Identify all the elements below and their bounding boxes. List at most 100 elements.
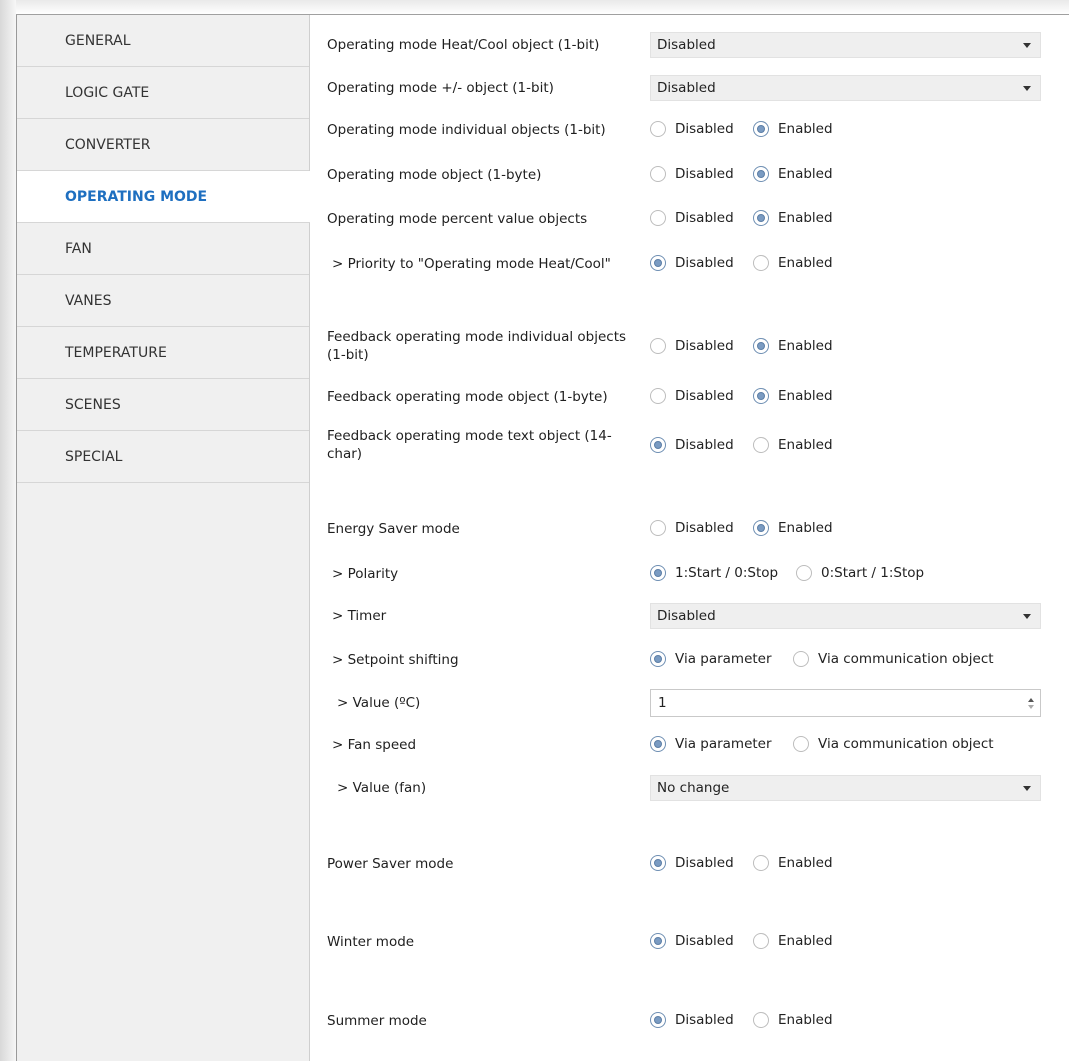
chevron-down-icon bbox=[1023, 86, 1031, 91]
sidebar-item-converter[interactable]: CONVERTER bbox=[17, 119, 309, 171]
sidebar-item-general[interactable]: GENERAL bbox=[17, 15, 309, 67]
param-label: > Fan speed bbox=[332, 737, 417, 753]
window-shadow-top bbox=[0, 0, 1069, 14]
radio-circle bbox=[650, 388, 666, 404]
power-saver-enabled-radio[interactable]: Enabled bbox=[753, 855, 833, 871]
feedback-byte-enabled-radio[interactable]: Enabled bbox=[753, 388, 833, 404]
param-label: Feedback operating mode individual objec… bbox=[327, 329, 627, 363]
sidebar-item-temperature[interactable]: TEMPERATURE bbox=[17, 327, 309, 379]
chevron-down-icon bbox=[1023, 614, 1031, 619]
radio-label: Enabled bbox=[778, 338, 833, 354]
radio-label: Disabled bbox=[675, 520, 734, 536]
setpoint-via-parameter-radio[interactable]: Via parameter bbox=[650, 651, 772, 667]
spin-up-icon[interactable] bbox=[1028, 698, 1034, 702]
priority-heatcool-disabled-radio[interactable]: Disabled bbox=[650, 255, 734, 271]
radio-label: Via parameter bbox=[675, 651, 772, 667]
individual-objects-disabled-radio[interactable]: Disabled bbox=[650, 121, 734, 137]
radio-circle-selected bbox=[753, 388, 769, 404]
param-label: > Timer bbox=[332, 608, 387, 624]
param-label: Feedback operating mode object (1-byte) bbox=[327, 389, 608, 405]
param-label: Summer mode bbox=[327, 1013, 427, 1029]
param-feedback-byte: Feedback operating mode object (1-byte) … bbox=[310, 388, 1069, 406]
param-label: Operating mode object (1-byte) bbox=[327, 167, 542, 183]
value-fan-dropdown[interactable]: No change bbox=[650, 775, 1041, 801]
winter-enabled-radio[interactable]: Enabled bbox=[753, 933, 833, 949]
radio-label: 0:Start / 1:Stop bbox=[821, 565, 925, 581]
chevron-down-icon bbox=[1023, 43, 1031, 48]
radio-label: Disabled bbox=[675, 437, 734, 453]
radio-circle bbox=[793, 736, 809, 752]
heatcool-object-dropdown[interactable]: Disabled bbox=[650, 32, 1041, 58]
feedback-text-enabled-radio[interactable]: Enabled bbox=[753, 437, 833, 453]
fan-via-object-radio[interactable]: Via communication object bbox=[793, 736, 994, 752]
energy-saver-disabled-radio[interactable]: Disabled bbox=[650, 520, 734, 536]
sidebar-item-vanes[interactable]: VANES bbox=[17, 275, 309, 327]
sidebar-item-logic-gate[interactable]: LOGIC GATE bbox=[17, 67, 309, 119]
plusminus-object-dropdown[interactable]: Disabled bbox=[650, 75, 1041, 101]
radio-circle bbox=[650, 121, 666, 137]
setpoint-via-object-radio[interactable]: Via communication object bbox=[793, 651, 994, 667]
power-saver-disabled-radio[interactable]: Disabled bbox=[650, 855, 734, 871]
radio-circle-selected bbox=[650, 736, 666, 752]
sidebar-item-scenes[interactable]: SCENES bbox=[17, 379, 309, 431]
polarity-start1-radio[interactable]: 1:Start / 0:Stop bbox=[650, 565, 778, 581]
percent-objects-disabled-radio[interactable]: Disabled bbox=[650, 210, 734, 226]
param-byte-object: Operating mode object (1-byte) Disabled … bbox=[310, 166, 1069, 184]
radio-label: Enabled bbox=[778, 210, 833, 226]
param-label: Operating mode Heat/Cool object (1-bit) bbox=[327, 37, 600, 53]
radio-label: Disabled bbox=[675, 855, 734, 871]
param-label: > Polarity bbox=[332, 566, 399, 582]
byte-object-disabled-radio[interactable]: Disabled bbox=[650, 166, 734, 182]
percent-objects-enabled-radio[interactable]: Enabled bbox=[753, 210, 833, 226]
sidebar-item-fan[interactable]: FAN bbox=[17, 223, 309, 275]
feedback-individual-enabled-radio[interactable]: Enabled bbox=[753, 338, 833, 354]
polarity-start0-radio[interactable]: 0:Start / 1:Stop bbox=[796, 565, 924, 581]
timer-dropdown[interactable]: Disabled bbox=[650, 603, 1041, 629]
radio-circle-selected bbox=[753, 166, 769, 182]
radio-label: Via parameter bbox=[675, 736, 772, 752]
window-shadow-left bbox=[0, 0, 16, 1061]
radio-circle bbox=[753, 1012, 769, 1028]
param-energy-saver: Energy Saver mode Disabled Enabled bbox=[310, 520, 1069, 538]
feedback-text-disabled-radio[interactable]: Disabled bbox=[650, 437, 734, 453]
radio-label: Via communication object bbox=[818, 736, 994, 752]
byte-object-enabled-radio[interactable]: Enabled bbox=[753, 166, 833, 182]
radio-label: Disabled bbox=[675, 121, 734, 137]
winter-disabled-radio[interactable]: Disabled bbox=[650, 933, 734, 949]
radio-circle bbox=[753, 933, 769, 949]
radio-circle bbox=[650, 210, 666, 226]
radio-circle-selected bbox=[650, 1012, 666, 1028]
param-label: > Value (ºC) bbox=[337, 695, 421, 711]
sidebar-item-operating-mode[interactable]: OPERATING MODE bbox=[17, 171, 310, 223]
param-label: Operating mode percent value objects bbox=[327, 211, 588, 227]
feedback-individual-disabled-radio[interactable]: Disabled bbox=[650, 338, 734, 354]
value-celsius-spinbox[interactable]: 1 bbox=[650, 689, 1041, 717]
param-label: Feedback operating mode text object (14-… bbox=[327, 428, 612, 462]
param-polarity: > Polarity 1:Start / 0:Stop 0:Start / 1:… bbox=[310, 565, 1069, 583]
sidebar-item-special[interactable]: SPECIAL bbox=[17, 431, 309, 483]
radio-label: Enabled bbox=[778, 1012, 833, 1028]
fan-via-parameter-radio[interactable]: Via parameter bbox=[650, 736, 772, 752]
param-plusminus-object: Operating mode +/- object (1-bit) Disabl… bbox=[310, 75, 1069, 101]
summer-disabled-radio[interactable]: Disabled bbox=[650, 1012, 734, 1028]
param-winter-mode: Winter mode Disabled Enabled bbox=[310, 933, 1069, 951]
summer-enabled-radio[interactable]: Enabled bbox=[753, 1012, 833, 1028]
priority-heatcool-enabled-radio[interactable]: Enabled bbox=[753, 255, 833, 271]
dropdown-value: No change bbox=[657, 780, 730, 796]
param-individual-objects: Operating mode individual objects (1-bit… bbox=[310, 121, 1069, 139]
param-timer: > Timer Disabled bbox=[310, 603, 1069, 629]
param-label: > Value (fan) bbox=[337, 780, 427, 796]
param-label: Operating mode individual objects (1-bit… bbox=[327, 122, 606, 138]
feedback-byte-disabled-radio[interactable]: Disabled bbox=[650, 388, 734, 404]
param-label: Winter mode bbox=[327, 934, 415, 950]
param-summer-mode: Summer mode Disabled Enabled bbox=[310, 1012, 1069, 1030]
energy-saver-enabled-radio[interactable]: Enabled bbox=[753, 520, 833, 536]
radio-circle-selected bbox=[650, 437, 666, 453]
param-label: Energy Saver mode bbox=[327, 521, 460, 537]
dropdown-value: Disabled bbox=[657, 608, 716, 624]
individual-objects-enabled-radio[interactable]: Enabled bbox=[753, 121, 833, 137]
param-label: Operating mode +/- object (1-bit) bbox=[327, 80, 554, 96]
spin-down-icon[interactable] bbox=[1028, 705, 1034, 709]
radio-circle bbox=[753, 437, 769, 453]
radio-circle bbox=[650, 520, 666, 536]
